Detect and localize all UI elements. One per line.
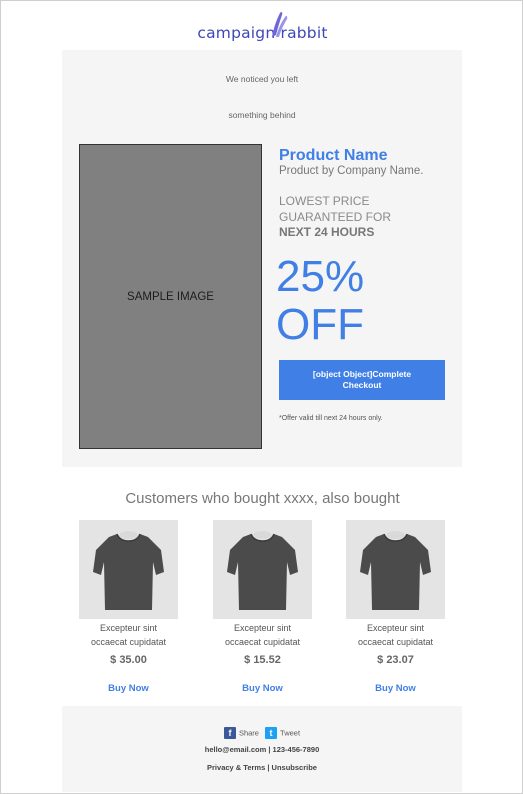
facebook-icon[interactable]: f <box>223 727 236 739</box>
rabbit-logo-icon <box>272 11 288 37</box>
product-desc-line-1: Excepteur sint <box>366 623 425 633</box>
tshirt-image[interactable] <box>213 520 312 619</box>
abandoned-cart-panel: We noticed you left something behind SAM… <box>62 50 462 467</box>
product-price: $ 23.07 <box>377 654 414 666</box>
notice-line-1: We noticed you left <box>225 74 299 84</box>
lowest-line-2: GUARANTEED FOR <box>279 210 392 224</box>
product-desc-line-2: occaecat cupidatat <box>357 637 434 647</box>
buy-now-link[interactable]: Buy Now <box>346 683 445 694</box>
share-link[interactable]: Share <box>239 729 259 738</box>
buy-now-link[interactable]: Buy Now <box>79 683 178 694</box>
product-desc-line-2: occaecat cupidatat <box>224 637 301 647</box>
sample-product-image[interactable]: SAMPLE IMAGE <box>79 144 262 449</box>
contact-info: hello@email.com | 123-456-7890 <box>204 745 320 754</box>
tshirt-icon <box>360 531 431 610</box>
offer-note: *Offer valid till next 24 hours only. <box>279 415 383 422</box>
tshirt-icon <box>93 531 164 610</box>
product-desc-line-1: Excepteur sint <box>233 623 292 633</box>
legal-links: Privacy & Terms | Unsubscribe <box>207 763 317 772</box>
product-desc-line-2: occaecat cupidatat <box>90 637 167 647</box>
lowest-line-1: LOWEST PRICE <box>279 194 370 208</box>
privacy-terms-link[interactable]: Privacy & Terms <box>207 763 265 772</box>
logo-text: campaign rabbit <box>197 11 328 47</box>
product-price: $ 35.00 <box>110 654 147 666</box>
recommendations-title: Customers who bought xxxx, also bought <box>125 490 400 507</box>
discount-text: 25% OFF <box>276 253 364 349</box>
contact-phone[interactable]: 123-456-7890 <box>273 745 320 754</box>
next-24-hours: NEXT 24 HOURS <box>279 225 375 239</box>
discount-off: OFF <box>276 300 364 349</box>
tshirt-image[interactable] <box>79 520 178 619</box>
product-card: Excepteur sint occaecat cupidatat $ 15.5… <box>213 520 312 694</box>
unsubscribe-link[interactable]: Unsubscribe <box>272 763 317 772</box>
email-frame: campaign rabbit We noticed you left some… <box>0 0 523 794</box>
product-name[interactable]: Product Name <box>279 147 387 165</box>
product-price: $ 15.52 <box>244 654 281 666</box>
twitter-icon[interactable]: t <box>265 727 278 739</box>
social-links: f Share t Tweet <box>62 727 462 739</box>
buy-now-link[interactable]: Buy Now <box>213 683 312 694</box>
lowest-price-text: LOWEST PRICE GUARANTEED FOR <box>279 193 391 225</box>
tweet-link[interactable]: Tweet <box>280 729 300 738</box>
email-footer: f Share t Tweet hello@email.com | 123-456-… <box>62 706 462 792</box>
tshirt-icon <box>227 531 298 610</box>
contact-email[interactable]: hello@email.com <box>205 745 267 754</box>
product-desc-line-1: Excepteur sint <box>99 623 158 633</box>
logo-wordmark: campaign rabbit <box>197 24 328 42</box>
complete-checkout-button[interactable]: [object Object]Complete Checkout <box>279 360 445 400</box>
notice-line-2: something behind <box>228 110 296 120</box>
product-card: Excepteur sint occaecat cupidatat $ 35.0… <box>79 520 178 694</box>
product-card: Excepteur sint occaecat cupidatat $ 23.0… <box>346 520 445 694</box>
tshirt-image[interactable] <box>346 520 445 619</box>
product-company: Product by Company Name. <box>279 165 424 177</box>
brand-logo[interactable]: campaign rabbit <box>1 11 523 49</box>
sample-image-label: SAMPLE IMAGE <box>127 290 214 303</box>
discount-percent: 25% <box>276 252 365 301</box>
